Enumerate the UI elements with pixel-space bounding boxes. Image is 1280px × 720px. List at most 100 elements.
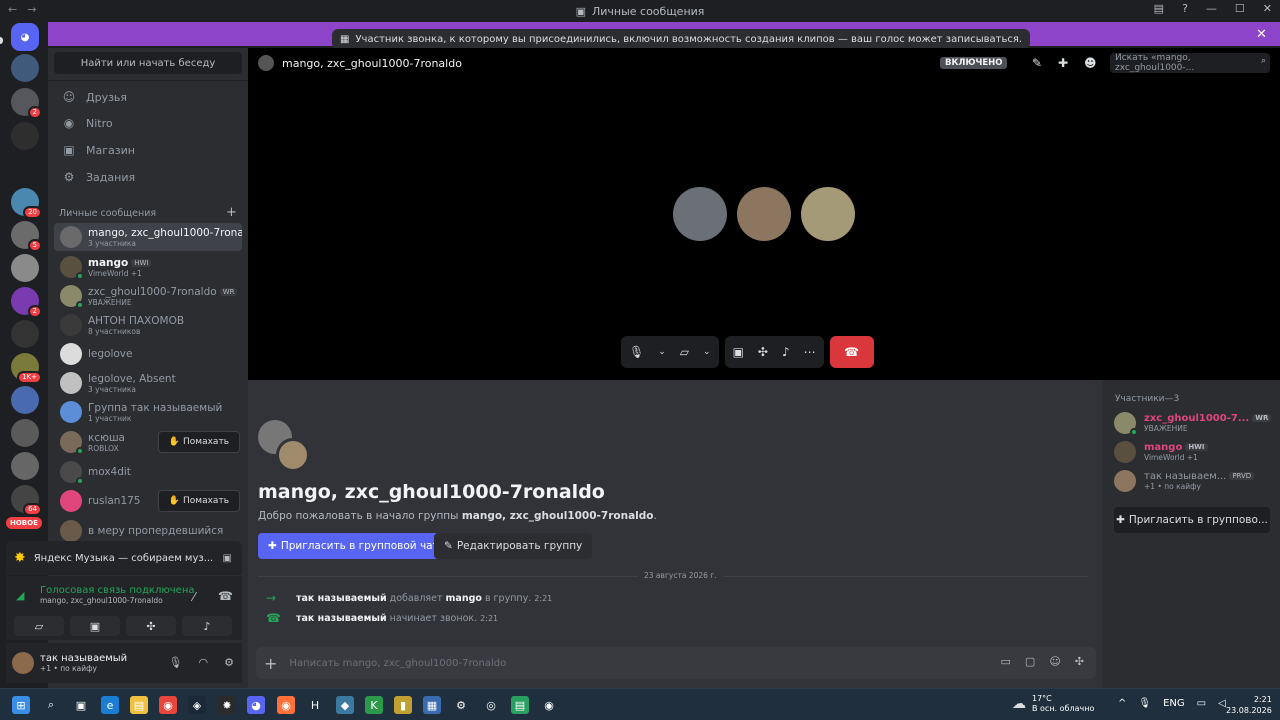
nav-quests[interactable]: ⚙ Задания: [54, 165, 242, 189]
gift-icon[interactable]: ▭: [1001, 655, 1011, 668]
server-icon[interactable]: [11, 320, 39, 348]
members-icon[interactable]: ☻: [1084, 56, 1097, 70]
server-icon[interactable]: 1K+: [11, 353, 42, 384]
dm-item[interactable]: mango, zxc_ghoul1000-7ronaldo3 участника: [54, 223, 242, 251]
settings-icon[interactable]: ⚙: [224, 656, 234, 669]
home-button[interactable]: ◕: [11, 23, 39, 51]
new-badge[interactable]: НОВОЕ: [6, 517, 42, 529]
server-icon[interactable]: [11, 254, 39, 282]
app-icon[interactable]: ◆: [336, 696, 354, 714]
dm-item[interactable]: mox4dit: [54, 458, 242, 486]
start-icon[interactable]: ⊞: [12, 696, 30, 714]
hangup-button[interactable]: ☎: [829, 336, 874, 368]
edge-icon[interactable]: e: [101, 696, 119, 714]
soundboard-button[interactable]: ♪: [182, 616, 232, 636]
kaspersky-icon[interactable]: K: [365, 696, 383, 714]
server-icon[interactable]: 2: [11, 287, 42, 318]
screen-icon[interactable]: ▣: [223, 553, 232, 564]
create-dm-icon[interactable]: +: [226, 205, 237, 220]
pin-icon[interactable]: ✎: [1032, 56, 1042, 70]
server-icon[interactable]: 5: [11, 221, 42, 252]
dm-item[interactable]: ксюша ROBLOX ✋ Помахать: [54, 428, 242, 456]
call-participant-avatar[interactable]: [737, 187, 791, 241]
soundboard-icon[interactable]: ♪: [782, 345, 790, 359]
noise-suppression-icon[interactable]: ⁄: [193, 590, 195, 604]
screenshare-icon[interactable]: ▣: [733, 345, 744, 359]
help-icon[interactable]: ?: [1182, 2, 1188, 15]
minimize-button[interactable]: —: [1206, 2, 1217, 15]
music-activity[interactable]: ✸ Яндекс Музыка — собираем муз... ▣: [6, 541, 242, 575]
search-input[interactable]: Искать «mango, zxc_ghoul1000-... ⌕: [1110, 53, 1270, 73]
server-icon[interactable]: [11, 122, 39, 150]
add-friends-icon[interactable]: ✚: [1058, 56, 1068, 70]
apps-icon[interactable]: ✣: [1075, 655, 1084, 668]
app-icon[interactable]: ▦: [423, 696, 441, 714]
avatar[interactable]: [12, 652, 34, 674]
sticker-icon[interactable]: ▢: [1025, 655, 1035, 668]
chevron-down-icon[interactable]: ⌄: [658, 347, 666, 357]
member-invite-button[interactable]: ✚ Пригласить в группово...: [1114, 507, 1270, 533]
obs-icon[interactable]: ◎: [482, 696, 500, 714]
edit-group-button[interactable]: ✎ Редактировать группу: [434, 533, 593, 559]
server-icon[interactable]: [11, 419, 39, 447]
activity-button[interactable]: ✣: [126, 616, 176, 636]
dm-item[interactable]: АНТОН ПАХОМОВ 8 участников: [54, 311, 242, 339]
language-indicator[interactable]: ENG: [1163, 698, 1185, 709]
dm-item[interactable]: legolove, Absent 3 участника: [54, 369, 242, 397]
activity-icon[interactable]: ✣: [758, 345, 768, 359]
voice-status[interactable]: Голосовая связь подключена: [40, 585, 236, 596]
plus-icon[interactable]: +: [264, 654, 277, 673]
explorer-icon[interactable]: ▤: [130, 696, 148, 714]
screenshare-button[interactable]: ▣: [70, 616, 120, 636]
clock[interactable]: 2:21 23.08.2026: [1226, 694, 1272, 716]
mic-icon[interactable]: 🎙: [169, 656, 183, 669]
steam-icon[interactable]: ◈: [188, 696, 206, 714]
server-icon[interactable]: [11, 452, 39, 480]
more-icon[interactable]: ⋯: [804, 345, 816, 359]
settings-icon[interactable]: ⚙: [452, 696, 470, 714]
server-icon[interactable]: 64: [11, 485, 42, 516]
chrome-icon[interactable]: ◉: [159, 696, 177, 714]
notepad-icon[interactable]: ▤: [511, 696, 529, 714]
firefox-icon[interactable]: ◉: [277, 696, 295, 714]
dm-item[interactable]: mango HWI VimeWorld +1: [54, 253, 242, 281]
clips-enabled-badge[interactable]: ВКЛЮЧЕНО: [940, 57, 1008, 69]
app-icon[interactable]: ◉: [540, 696, 558, 714]
find-conversation-button[interactable]: Найти или начать беседу: [54, 52, 242, 74]
yandex-music-icon[interactable]: ✸: [218, 696, 236, 714]
headphones-icon[interactable]: ◠: [199, 656, 209, 669]
forward-icon[interactable]: →: [27, 3, 36, 16]
dm-item[interactable]: Группа так называемый 1 участник: [54, 398, 242, 426]
speaker-icon[interactable]: ◁: [1218, 698, 1226, 709]
search-icon[interactable]: ⌕: [42, 696, 60, 714]
network-icon[interactable]: ▭: [1197, 698, 1206, 709]
wave-button[interactable]: ✋ Помахать: [157, 431, 240, 453]
camera-button[interactable]: ▱: [14, 616, 64, 636]
hypixel-icon[interactable]: H: [306, 696, 324, 714]
call-participant-avatar[interactable]: [673, 187, 727, 241]
voice-channel[interactable]: mango, zxc_ghoul1000-7ronaldo: [40, 596, 236, 605]
nav-shop[interactable]: ▣ Магазин: [54, 138, 242, 162]
weather-widget[interactable]: ☁ 17°C В осн. облачно: [1012, 694, 1094, 714]
emoji-icon[interactable]: ☺: [1049, 655, 1060, 668]
dm-item[interactable]: ruslan175 ✋ Помахать: [54, 487, 242, 515]
dm-item[interactable]: legolove: [54, 340, 242, 368]
dm-item[interactable]: zxc_ghoul1000-7ronaldo WR УВАЖЕНИЕ: [54, 282, 242, 310]
message-input[interactable]: + Написать mango, zxc_ghoul1000-7ronaldo…: [256, 647, 1096, 679]
server-icon[interactable]: 2: [11, 88, 42, 119]
close-banner-icon[interactable]: ✕: [1256, 27, 1267, 42]
back-icon[interactable]: ←: [8, 3, 17, 16]
call-participant-avatar[interactable]: [801, 187, 855, 241]
mic-icon[interactable]: 🎙: [629, 345, 644, 359]
task-view-icon[interactable]: ▣: [72, 696, 90, 714]
chevron-up-icon[interactable]: ^: [1118, 698, 1126, 709]
wave-button[interactable]: ✋ Помахать: [157, 490, 240, 512]
mic-icon[interactable]: 🎙: [1138, 698, 1151, 709]
camera-off-icon[interactable]: ▱: [680, 345, 689, 359]
close-window-button[interactable]: ✕: [1263, 2, 1272, 15]
discord-icon[interactable]: ◕: [247, 696, 265, 714]
member-item[interactable]: mango HWI VimeWorld +1: [1114, 441, 1208, 463]
member-item[interactable]: zxc_ghoul1000-7... WR УВАЖЕНИЕ: [1114, 412, 1272, 436]
nav-friends[interactable]: ☺ Друзья: [54, 85, 242, 109]
server-icon[interactable]: 20: [11, 188, 42, 219]
